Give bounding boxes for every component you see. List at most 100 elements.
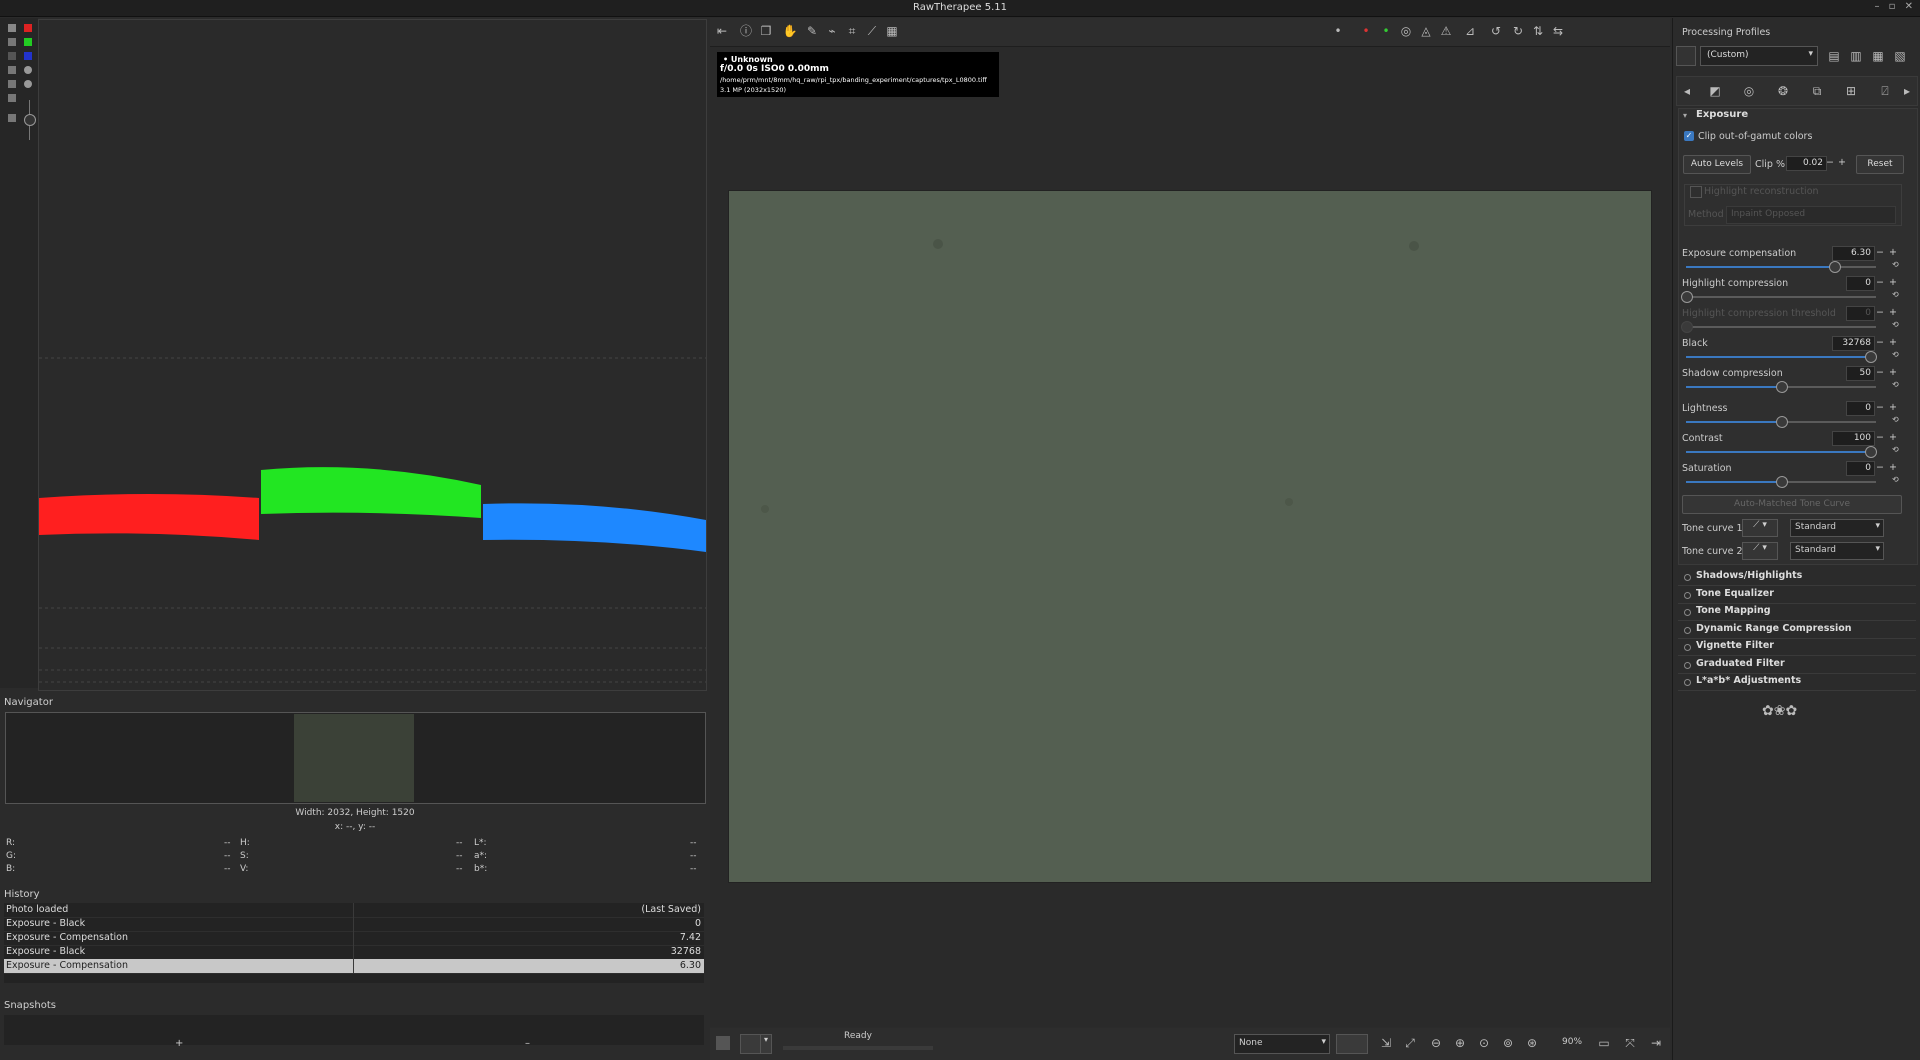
section-toggle-icon[interactable] — [1684, 679, 1691, 686]
section-toggle-icon[interactable] — [1684, 661, 1691, 669]
slider-value-input[interactable]: 0 — [1846, 306, 1875, 321]
white-balance-picker-icon[interactable]: ✎ — [804, 23, 820, 39]
highlight-reconstruction-checkbox[interactable] — [1690, 186, 1702, 198]
slider-value-input[interactable]: 0 — [1846, 461, 1875, 476]
fit-crop-icon[interactable]: ⤢ — [1402, 1035, 1418, 1051]
slider-value-input[interactable]: 32768 — [1832, 336, 1875, 351]
history-row-selected[interactable]: Exposure - Compensation 6.30 — [4, 959, 704, 974]
clip-increment-button[interactable]: + — [1838, 157, 1846, 168]
load-profile-icon[interactable]: ▤ — [1826, 48, 1842, 64]
tool-section-header[interactable]: Shadows/Highlights — [1696, 570, 1802, 581]
rotate-right-icon[interactable]: ↻ — [1510, 23, 1526, 39]
slider-knob[interactable] — [1829, 261, 1841, 273]
slider-increment-button[interactable]: + — [1889, 402, 1897, 413]
color-picker-icon[interactable]: ⌁ — [824, 23, 840, 39]
tone-curve-1-select[interactable]: Standard ▾ — [1790, 519, 1884, 537]
slider-knob[interactable] — [1865, 351, 1877, 363]
slider-knob[interactable] — [1681, 321, 1693, 333]
scroll-left-icon[interactable]: ◂ — [1679, 83, 1695, 99]
slider-reset-icon[interactable]: ⟲ — [1892, 320, 1899, 329]
scope-type-icon[interactable] — [8, 80, 16, 88]
method-select[interactable]: Inpaint Opposed — [1726, 206, 1896, 224]
section-toggle-icon[interactable] — [1684, 644, 1691, 651]
save-profile-icon[interactable]: ▥ — [1848, 48, 1864, 64]
focus-mask-icon[interactable]: ◎ — [1398, 23, 1414, 39]
queue-dropdown-icon[interactable]: ▾ — [760, 1034, 772, 1054]
flip-horizontal-icon[interactable]: ⇆ — [1550, 23, 1566, 39]
window-controls[interactable]: – ▫ ✕ — [1874, 1, 1916, 12]
slider-reset-icon[interactable]: ⟲ — [1892, 350, 1899, 359]
scale-icon[interactable] — [8, 94, 16, 102]
section-toggle-icon[interactable] — [1684, 626, 1691, 634]
tab-raw-icon[interactable]: ⍁ — [1877, 83, 1893, 99]
hide-left-panel-icon[interactable]: ⇤ — [714, 23, 730, 39]
highlight-clip-icon[interactable]: ⚠ — [1438, 23, 1454, 39]
zoom-custom-icon[interactable]: ⊛ — [1524, 1035, 1540, 1051]
history-row[interactable]: Exposure - Black 0 — [4, 917, 704, 932]
preview-channel-icon[interactable]: • — [1330, 23, 1346, 39]
slider-reset-icon[interactable]: ⟲ — [1892, 445, 1899, 454]
rotate-left-icon[interactable]: ↺ — [1488, 23, 1504, 39]
slider-value-input[interactable]: 0 — [1846, 276, 1875, 291]
history-row[interactable]: Exposure - Black 32768 — [4, 945, 704, 960]
slider-reset-icon[interactable]: ⟲ — [1892, 380, 1899, 389]
profile-mode-icon[interactable] — [1676, 46, 1696, 66]
history-row[interactable]: Photo loaded (Last Saved) — [4, 903, 704, 918]
slider-decrement-button[interactable]: − — [1876, 247, 1884, 258]
hide-right-panel-icon[interactable]: ⇥ — [1648, 1035, 1664, 1051]
tone-curve-2-editor-button[interactable]: ⟋ ▾ — [1742, 542, 1778, 560]
tool-section-header[interactable]: Tone Equalizer — [1696, 588, 1774, 599]
brightness-icon[interactable] — [8, 114, 16, 122]
tool-section-header[interactable]: Vignette Filter — [1696, 640, 1774, 651]
slider-reset-icon[interactable]: ⟲ — [1892, 290, 1899, 299]
tone-curve-2-select[interactable]: Standard ▾ — [1790, 542, 1884, 560]
slider-knob[interactable] — [1681, 291, 1693, 303]
slider-decrement-button[interactable]: − — [1876, 277, 1884, 288]
slider-knob[interactable] — [1865, 446, 1877, 458]
indicator-bar-icon[interactable] — [24, 66, 32, 74]
slider-decrement-button[interactable]: − — [1876, 402, 1884, 413]
profile-select[interactable]: (Custom) ▾ — [1700, 46, 1818, 66]
shadow-clip-icon[interactable]: ◬ — [1418, 23, 1434, 39]
red-preview-icon[interactable]: • — [1358, 23, 1374, 39]
tab-detail-icon[interactable]: ◎ — [1741, 83, 1757, 99]
slider-reset-icon[interactable]: ⟲ — [1892, 415, 1899, 424]
zoom-100-icon[interactable]: ⊚ — [1500, 1035, 1516, 1051]
section-toggle-icon[interactable] — [1684, 574, 1691, 581]
hand-tool-icon[interactable]: ✋ — [782, 23, 798, 39]
fit-width-icon[interactable]: ⇲ — [1378, 1035, 1394, 1051]
tab-transform-icon[interactable]: ⊞ — [1843, 83, 1859, 99]
zoom-in-icon[interactable]: ⊕ — [1452, 1035, 1468, 1051]
slider-decrement-button[interactable]: − — [1876, 462, 1884, 473]
navigator-thumbnail[interactable] — [294, 714, 414, 802]
slider-knob[interactable] — [1776, 476, 1788, 488]
straighten-icon[interactable]: ⟋ — [864, 23, 880, 39]
slider-decrement-button[interactable]: − — [1876, 337, 1884, 348]
green-channel-toggle[interactable] — [24, 38, 32, 46]
reset-button[interactable]: Reset — [1856, 155, 1904, 174]
slider-reset-icon[interactable]: ⟲ — [1892, 260, 1899, 269]
clip-decrement-button[interactable]: − — [1826, 157, 1834, 168]
slider-track[interactable] — [1686, 326, 1876, 328]
tab-advanced-icon[interactable]: ⧉ — [1809, 83, 1825, 99]
slider-increment-button[interactable]: + — [1889, 462, 1897, 473]
slider-knob[interactable] — [1776, 381, 1788, 393]
slider-value-input[interactable]: 0 — [1846, 401, 1875, 416]
slider-knob[interactable] — [1776, 416, 1788, 428]
section-toggle-icon[interactable] — [1684, 591, 1691, 599]
tool-section-header[interactable]: Graduated Filter — [1696, 658, 1785, 669]
slider-decrement-button[interactable]: − — [1876, 432, 1884, 443]
slider-increment-button[interactable]: + — [1889, 247, 1897, 258]
slider-decrement-button[interactable]: − — [1876, 307, 1884, 318]
info-icon[interactable]: ⓘ — [738, 23, 754, 39]
tool-section-header[interactable]: Dynamic Range Compression — [1696, 623, 1852, 634]
tab-color-icon[interactable]: ❂ — [1775, 83, 1791, 99]
luminance-toggle-icon[interactable] — [8, 38, 16, 46]
section-toggle-icon[interactable] — [1684, 609, 1691, 616]
external-editor-select[interactable]: None ▾ — [1234, 1034, 1330, 1054]
fullscreen-icon[interactable]: ⤧ — [1622, 1035, 1638, 1051]
save-icon[interactable] — [716, 1036, 730, 1050]
new-detail-window-icon[interactable]: ▭ — [1596, 1035, 1612, 1051]
blue-channel-toggle[interactable] — [24, 52, 32, 60]
tool-section-header[interactable]: L*a*b* Adjustments — [1696, 675, 1801, 686]
